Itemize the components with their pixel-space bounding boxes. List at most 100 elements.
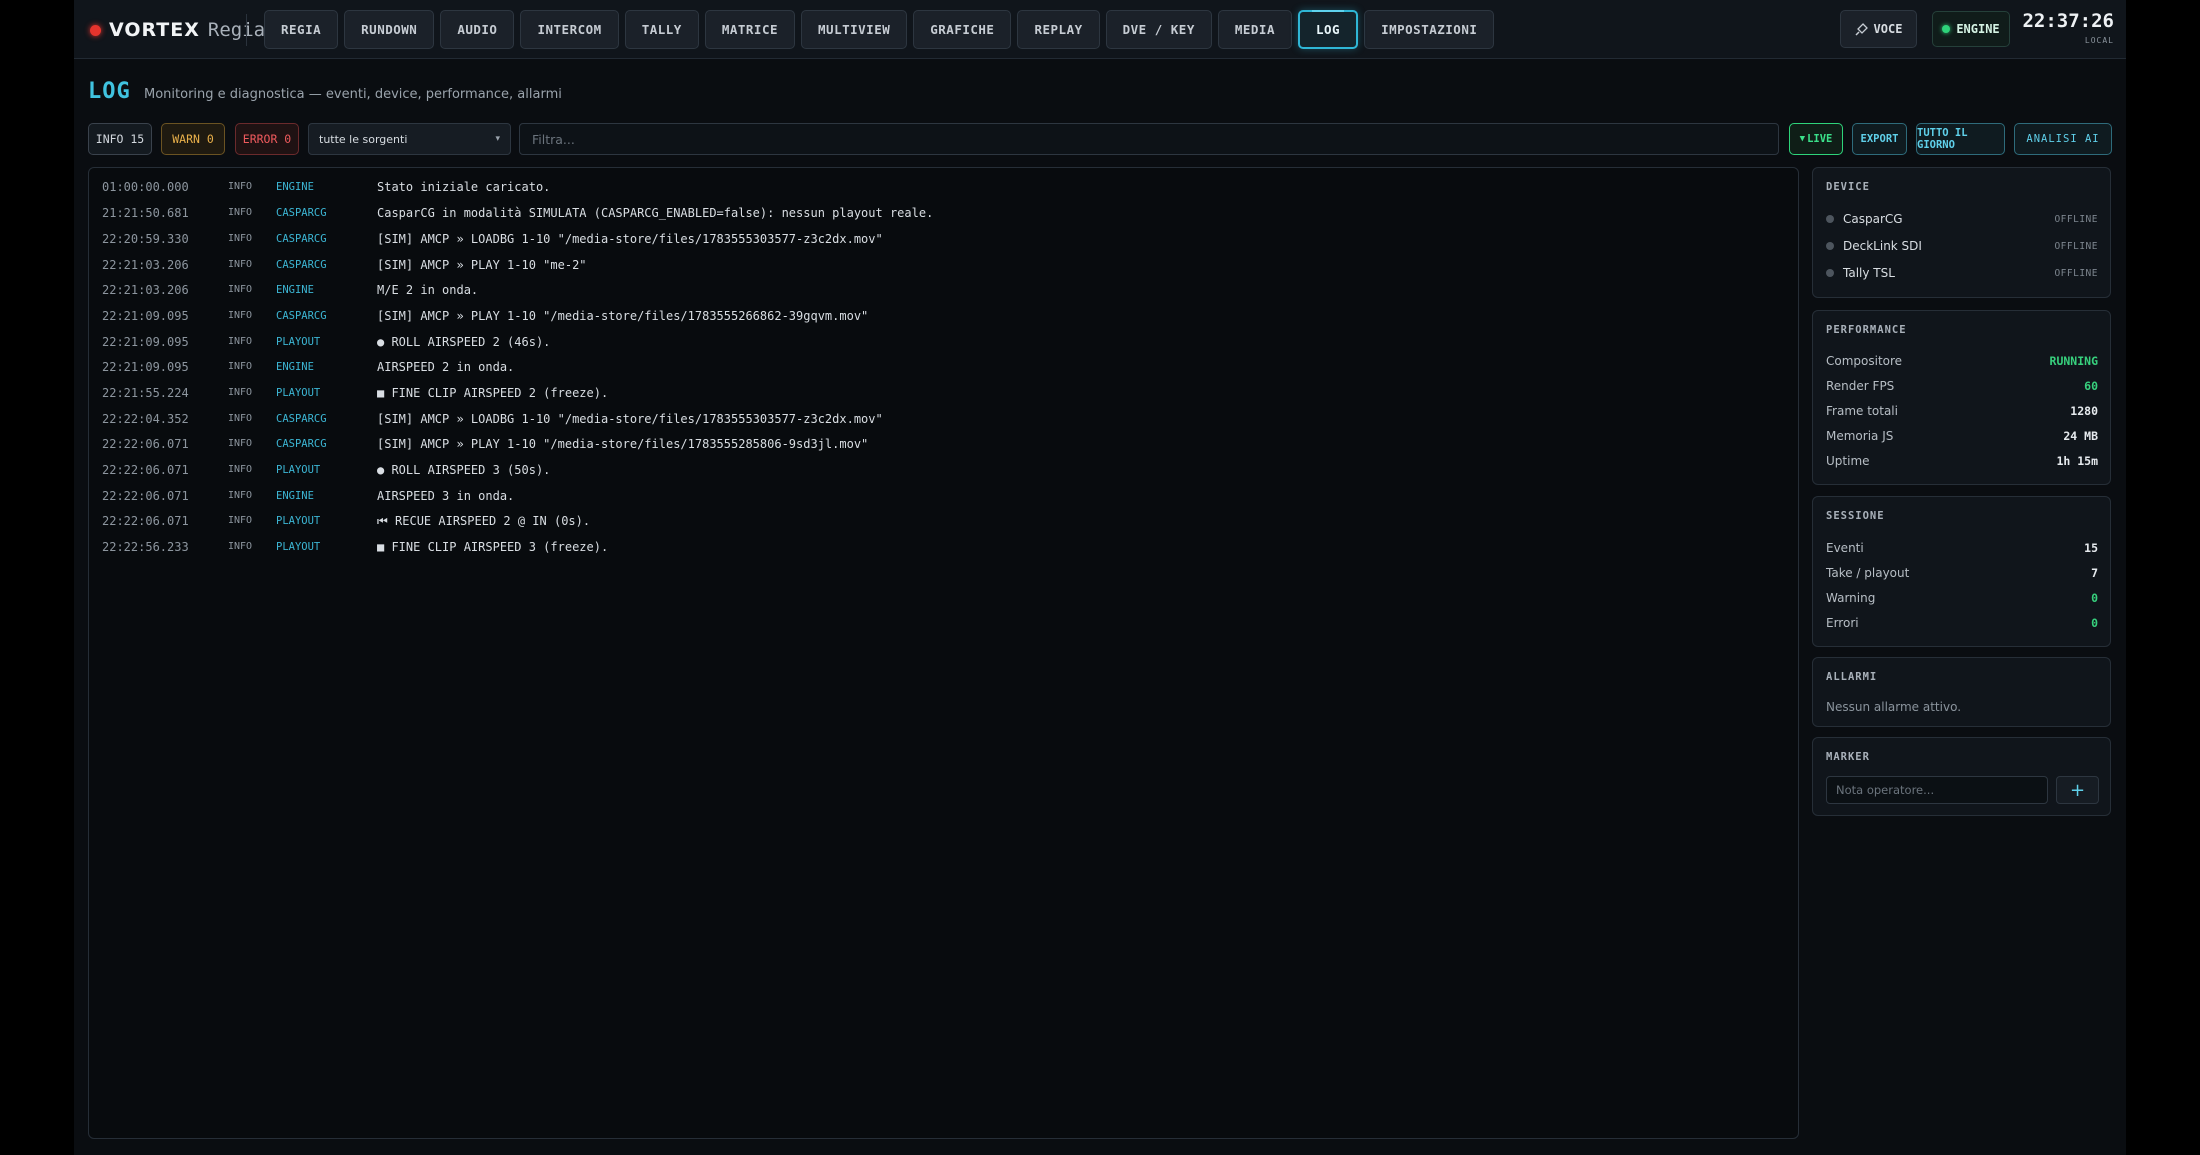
voce-button[interactable]: VOCE [1840,10,1917,48]
source-select[interactable]: tutte le sorgenti ▾ [308,123,511,155]
log-source: PLAYOUT [276,515,321,527]
metric-row: Compositore RUNNING [1826,352,2098,370]
tab-tally[interactable]: TALLY [624,10,699,49]
log-level: INFO [228,413,253,424]
device-row[interactable]: Tally TSL OFFLINE [1826,264,2098,282]
log-timestamp: 22:22:06.071 [102,437,189,451]
performance-card: PERFORMANCE Compositore RUNNING Render FP… [1812,310,2111,485]
log-level: INFO [228,181,253,192]
log-source: CASPARCG [276,233,327,245]
log-row: 22:20:59.330 INFO CASPARCG [SIM] AMCP » LOA… [89,229,1789,249]
log-source: PLAYOUT [276,387,321,399]
log-source: CASPARCG [276,438,327,450]
device-status: OFFLINE [2054,240,2098,252]
page-subtitle: Monitoring e diagnostica — eventi, devic… [144,87,562,102]
ai-analysis-button[interactable]: ANALISI AI [2014,123,2112,155]
log-message: Stato iniziale caricato. [377,180,551,194]
log-source: CASPARCG [276,310,327,322]
clock: 22:37:26 [2022,10,2114,32]
tab-replay[interactable]: REPLAY [1017,10,1100,49]
record-dot-icon [90,24,101,36]
metric-label: Warning [1826,591,1876,605]
engine-label: ENGINE [1956,22,2000,36]
tab-matrice[interactable]: MATRICE [704,10,796,49]
all-day-button[interactable]: TUTTO IL GIORNO [1916,123,2005,155]
log-level: INFO [228,361,253,372]
log-level: INFO [228,387,253,398]
tab-log[interactable]: LOG [1298,10,1359,49]
tab-grafiche[interactable]: GRAFICHE [913,10,1012,49]
status-dot-icon [1826,215,1834,223]
device-name: DeckLink SDI [1843,239,1922,253]
metric-value: 0 [2091,616,2098,630]
device-card-title: DEVICE [1826,181,1870,193]
filter-info-chip[interactable]: INFO 15 [88,123,152,155]
filter-error-chip[interactable]: ERROR 0 [235,123,299,155]
log-timestamp: 21:21:50.681 [102,206,189,220]
log-source: CASPARCG [276,207,327,219]
tab-multiview[interactable]: MULTIVIEW [801,10,908,49]
log-level: INFO [228,438,253,449]
device-row[interactable]: CasparCG OFFLINE [1826,210,2098,228]
log-filter-input[interactable] [519,123,1779,155]
log-row: 22:22:06.071 INFO PLAYOUT ⏮ RECUE AIRSPEED … [89,511,1789,531]
live-button[interactable]: ▼ LIVE [1789,123,1843,155]
log-row: 01:00:00.000 INFO ENGINE Stato iniziale car… [89,177,1789,197]
app-root: VORTEX Regia REGIA RUNDOWN AUDIO INTERCO… [74,0,2126,1155]
log-source: ENGINE [276,181,314,193]
metric-value: 15 [2084,541,2098,555]
metric-label: Memoria JS [1826,429,1894,443]
brand-divider [246,14,247,46]
metric-label: Render FPS [1826,379,1895,393]
status-dot-icon [1826,269,1834,277]
metric-value: 7 [2091,566,2098,580]
device-name: Tally TSL [1843,266,1895,280]
voce-label: VOCE [1873,22,1903,36]
tab-media[interactable]: MEDIA [1217,10,1292,49]
metric-row: Render FPS 60 [1826,377,2098,395]
log-timestamp: 22:21:55.224 [102,386,189,400]
tab-impostazioni[interactable]: IMPOSTAZIONI [1364,10,1495,49]
device-row[interactable]: DeckLink SDI OFFLINE [1826,237,2098,255]
tab-rundown[interactable]: RUNDOWN [344,10,435,49]
log-level: INFO [228,541,253,552]
log-message: ■ FINE CLIP AIRSPEED 2 (freeze). [377,386,609,400]
metric-row: Uptime 1h 15m [1826,452,2098,470]
log-level: INFO [228,284,253,295]
tab-regia[interactable]: REGIA [264,10,339,49]
metric-row: Memoria JS 24 MB [1826,427,2098,445]
tab-dve-key[interactable]: DVE / KEY [1105,10,1212,49]
log-row: 22:22:04.352 INFO CASPARCG [SIM] AMCP » LOA… [89,409,1789,429]
metric-value: RUNNING [2049,354,2098,368]
log-source: ENGINE [276,361,314,373]
filter-warn-chip[interactable]: WARN 0 [161,123,225,155]
log-message: AIRSPEED 2 in onda. [377,360,515,374]
microphone-icon [1855,22,1868,36]
alarms-card-title: ALLARMI [1826,671,1878,683]
log-row: 22:22:06.071 INFO CASPARCG [SIM] AMCP » PLA… [89,434,1789,454]
log-source: PLAYOUT [276,336,321,348]
clock-timezone: LOCAL [2084,36,2114,45]
log-panel[interactable]: 01:00:00.000 INFO ENGINE Stato iniziale car… [88,167,1799,1139]
marker-note-input[interactable] [1826,776,2048,804]
export-button[interactable]: EXPORT [1852,123,1907,155]
log-level: INFO [228,336,253,347]
metric-row: Take / playout 7 [1826,564,2098,582]
tab-intercom[interactable]: INTERCOM [520,10,619,49]
metric-row: Errori 0 [1826,614,2098,632]
log-message: [SIM] AMCP » LOADBG 1-10 "/media-store/f… [377,412,883,426]
marker-card-title: MARKER [1826,751,1870,763]
page-title: LOG [88,79,131,104]
log-message: M/E 2 in onda. [377,283,479,297]
brand[interactable]: VORTEX Regia [90,16,265,44]
tab-audio[interactable]: AUDIO [440,10,515,49]
log-message: [SIM] AMCP » PLAY 1-10 "/media-store/fil… [377,309,869,323]
engine-status-button[interactable]: ENGINE [1932,11,2010,47]
top-bar: VORTEX Regia REGIA RUNDOWN AUDIO INTERCO… [74,0,2126,59]
log-timestamp: 22:22:04.352 [102,412,189,426]
log-row: 22:21:09.095 INFO ENGINE AIRSPEED 2 in onda… [89,357,1789,377]
brand-name: VORTEX [109,19,200,41]
log-timestamp: 01:00:00.000 [102,180,189,194]
log-level: INFO [228,515,253,526]
add-marker-button[interactable]: + [2056,776,2099,804]
